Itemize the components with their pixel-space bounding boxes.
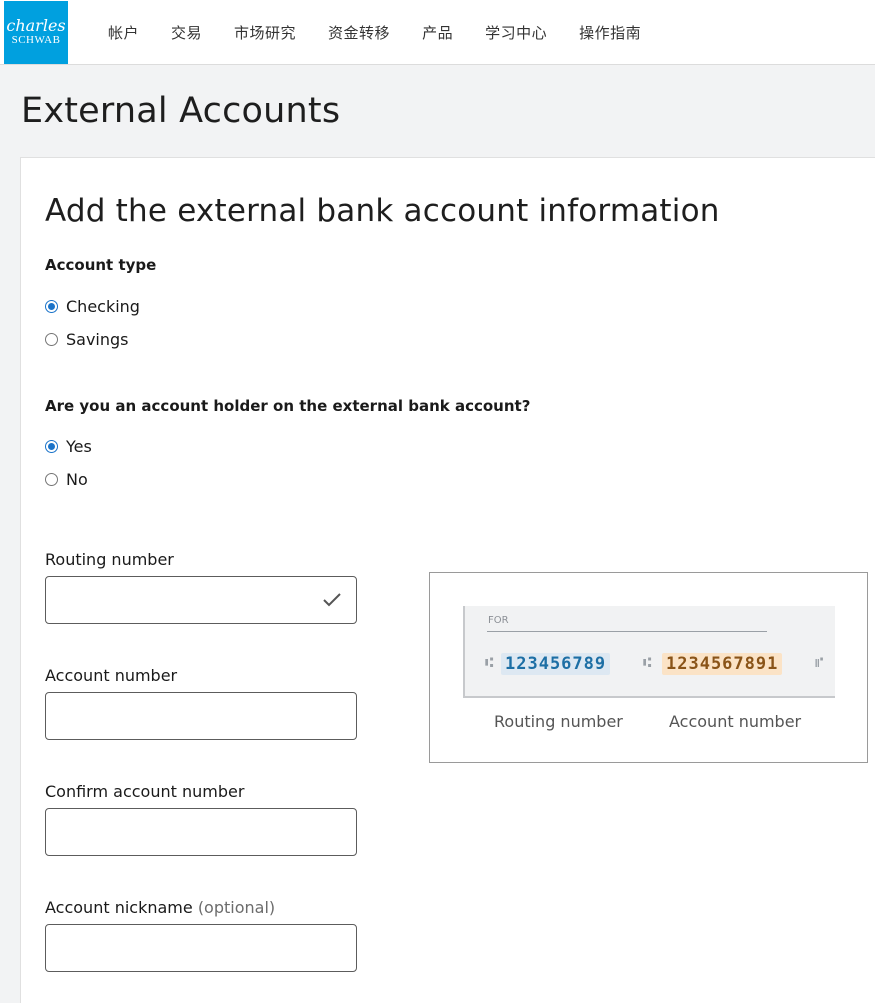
check-paper: FOR ⑆ 123456789 ⑆ 1234567891 ⑈ [463, 606, 835, 698]
radio-no-label: No [66, 470, 88, 489]
account-number-field[interactable] [45, 692, 357, 740]
check-routing-digits: 123456789 [501, 653, 611, 675]
micr-transit-symbol-icon: ⑆ [643, 655, 652, 671]
account-number-label: Account number [45, 666, 178, 685]
check-account-caption: Account number [669, 712, 802, 731]
radio-yes-control[interactable] [45, 440, 58, 453]
form-heading: Add the external bank account informatio… [45, 193, 720, 229]
micr-on-us-symbol-icon: ⑈ [815, 655, 824, 671]
top-navigation-bar: charles SCHWAB 帐户 交易 市场研究 资金转移 产品 学习中心 操… [0, 0, 875, 65]
confirm-account-number-input[interactable] [46, 809, 356, 855]
nav-item-learning-center[interactable]: 学习中心 [485, 22, 547, 43]
check-illustration: FOR ⑆ 123456789 ⑆ 1234567891 ⑈ Routing n… [429, 572, 868, 763]
account-nickname-field[interactable] [45, 924, 357, 972]
nav-item-move-money[interactable]: 资金转移 [328, 22, 390, 43]
radio-checking-label: Checking [66, 297, 140, 316]
radio-no-control[interactable] [45, 473, 58, 486]
confirm-account-number-field[interactable] [45, 808, 357, 856]
check-memo-line [487, 631, 767, 632]
radio-savings-label: Savings [66, 330, 129, 349]
nav-item-products[interactable]: 产品 [422, 22, 453, 43]
radio-checking-control[interactable] [45, 300, 58, 313]
radio-savings[interactable]: Savings [45, 330, 129, 349]
page-title: External Accounts [21, 91, 341, 131]
optional-hint: (optional) [197, 898, 276, 917]
routing-number-field[interactable] [45, 576, 357, 624]
check-icon [323, 593, 341, 607]
account-nickname-label: Account nickname (optional) [45, 898, 275, 917]
check-routing-caption: Routing number [494, 712, 623, 731]
radio-savings-control[interactable] [45, 333, 58, 346]
nav-item-how-to[interactable]: 操作指南 [579, 22, 641, 43]
nav-item-accounts[interactable]: 帐户 [108, 22, 139, 43]
logo-line1: charles [6, 16, 66, 35]
account-nickname-input[interactable] [46, 925, 356, 971]
holder-question-label: Are you an account holder on the externa… [45, 397, 531, 415]
nav-item-trade[interactable]: 交易 [171, 22, 202, 43]
charles-schwab-logo[interactable]: charles SCHWAB [4, 1, 68, 64]
radio-yes-label: Yes [66, 437, 92, 456]
radio-checking[interactable]: Checking [45, 297, 140, 316]
micr-transit-symbol-icon: ⑆ [485, 655, 494, 671]
nav-item-research[interactable]: 市场研究 [234, 22, 296, 43]
logo-line2: SCHWAB [11, 34, 61, 46]
main-nav: 帐户 交易 市场研究 资金转移 产品 学习中心 操作指南 [108, 0, 641, 65]
confirm-account-number-label: Confirm account number [45, 782, 245, 801]
routing-number-input[interactable] [46, 577, 356, 623]
account-type-label: Account type [45, 256, 157, 274]
check-account-digits: 1234567891 [662, 653, 783, 675]
check-for-label: FOR [488, 615, 509, 626]
radio-no[interactable]: No [45, 470, 88, 489]
account-nickname-label-text: Account nickname [45, 898, 193, 917]
routing-number-label: Routing number [45, 550, 174, 569]
account-number-input[interactable] [46, 693, 356, 739]
radio-yes[interactable]: Yes [45, 437, 92, 456]
